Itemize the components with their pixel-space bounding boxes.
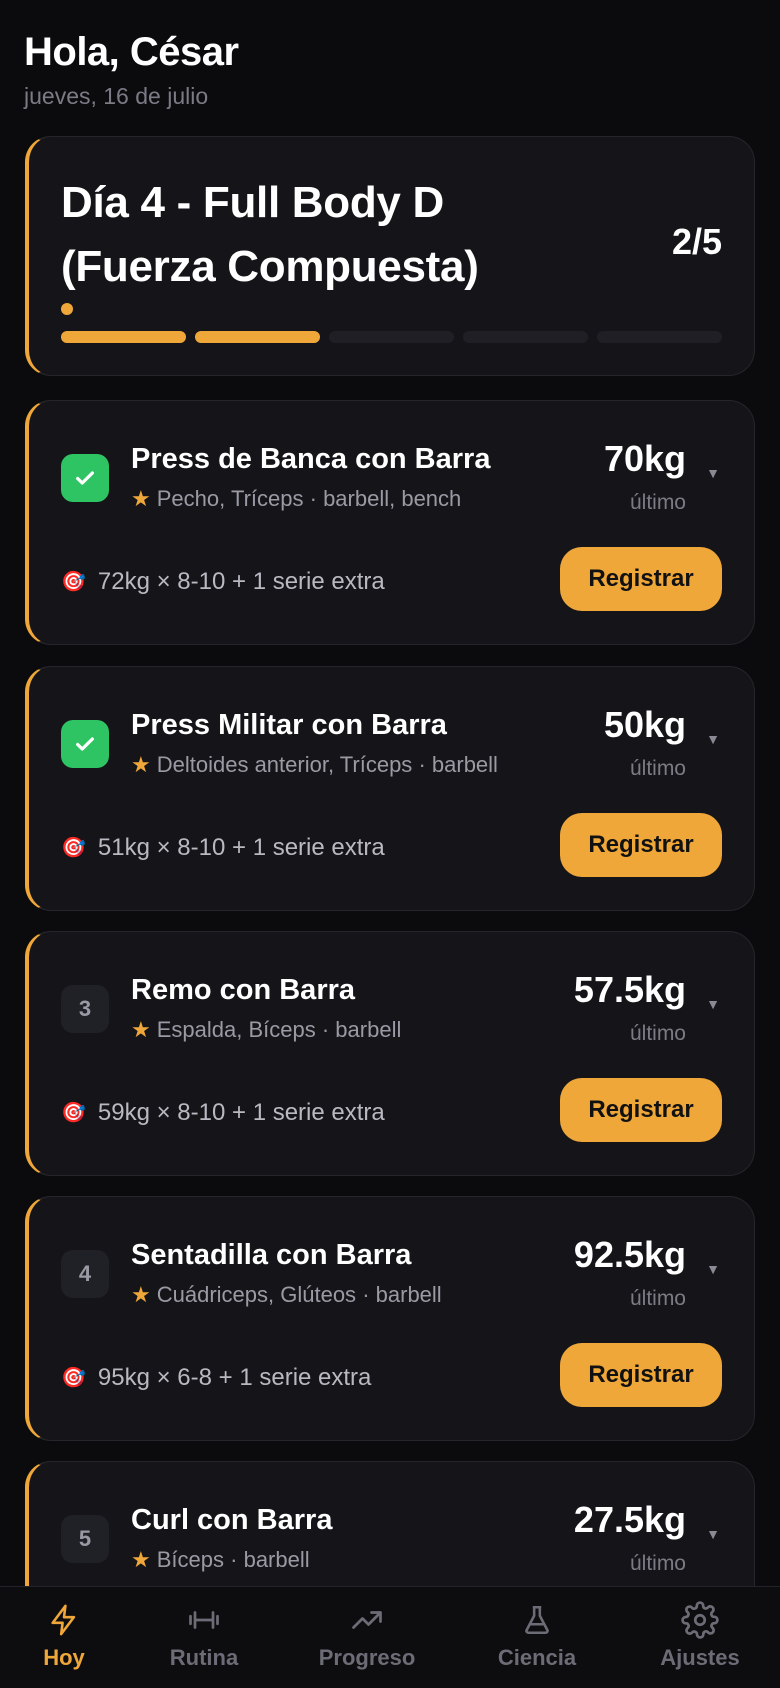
header: Hola, César jueves, 16 de julio — [24, 28, 239, 110]
target-icon: 🎯 — [61, 1367, 86, 1389]
last-weight-label: último — [629, 1552, 686, 1575]
flask-icon — [525, 1605, 549, 1635]
target-icon: 🎯 — [61, 571, 86, 593]
exercise-name: Curl con Barra — [131, 1504, 333, 1536]
exercise-meta: ★ Pecho, Tríceps · barbell, bench — [131, 486, 462, 511]
chevron-down-icon[interactable]: ▼ — [706, 996, 720, 1012]
last-weight-label: último — [629, 491, 686, 514]
dumbbell-icon — [189, 1611, 219, 1629]
progress-segment — [329, 331, 454, 343]
tab-progreso[interactable]: Progreso — [309, 1587, 425, 1688]
target-icon: 🎯 — [61, 837, 86, 859]
day-summary-card[interactable]: Día 4 - Full Body D (Fuerza Compuesta) 2… — [25, 136, 755, 376]
register-button[interactable]: Registrar — [560, 1343, 722, 1407]
last-weight: 92.5kg — [573, 1234, 686, 1275]
star-icon: ★ — [131, 1017, 151, 1042]
exercise-name: Press Militar con Barra — [131, 709, 447, 741]
greeting: Hola, César — [24, 30, 239, 74]
exercise-equipment: barbell, bench — [323, 486, 462, 511]
current-indicator-dot — [61, 303, 73, 315]
target-line: 🎯 59kg × 8-10 + 1 serie extra — [61, 1098, 385, 1128]
trending-up-icon — [352, 1611, 382, 1629]
exercise-card[interactable]: Press Militar con Barra ★ Deltoides anter… — [25, 666, 755, 911]
current-date: jueves, 16 de julio — [24, 83, 209, 109]
star-icon: ★ — [131, 486, 151, 511]
exercise-number: 5 — [61, 1515, 109, 1563]
tab-ajustes[interactable]: Ajustes — [650, 1587, 750, 1688]
day-progress-count: 2/5 — [671, 221, 722, 262]
target-line: 🎯 72kg × 8-10 + 1 serie extra — [61, 567, 385, 597]
exercise-number: 3 — [61, 985, 109, 1033]
lightning-icon — [51, 1604, 76, 1636]
star-icon: ★ — [131, 752, 151, 777]
chevron-down-icon[interactable]: ▼ — [706, 1261, 720, 1277]
progress-segment — [61, 331, 186, 343]
star-icon: ★ — [131, 1547, 151, 1572]
progress-segment — [195, 331, 320, 343]
exercise-meta: ★ Bíceps · barbell — [131, 1547, 310, 1572]
chevron-down-icon[interactable]: ▼ — [706, 1526, 720, 1542]
last-weight: 57.5kg — [573, 969, 686, 1010]
tab-hoy[interactable]: Hoy — [24, 1587, 104, 1688]
last-weight: 70kg — [603, 438, 686, 479]
exercise-card[interactable]: 4 Sentadilla con Barra ★ Cuádriceps, Glút… — [25, 1196, 755, 1441]
progress-segment — [463, 331, 588, 343]
exercise-equipment: barbell — [243, 1547, 310, 1572]
exercise-card[interactable]: Press de Banca con Barra ★ Pecho, Tríceps… — [25, 400, 755, 645]
last-weight-label: último — [629, 1022, 686, 1045]
completed-check-icon[interactable] — [61, 454, 109, 502]
exercise-name: Remo con Barra — [131, 974, 356, 1006]
register-button[interactable]: Registrar — [560, 547, 722, 611]
target-line: 🎯 95kg × 6-8 + 1 serie extra — [61, 1363, 371, 1393]
target-text: 51kg × 8-10 + 1 serie extra — [97, 834, 385, 861]
bottom-tab-bar: Hoy Rutina Progreso Ciencia Ajustes — [0, 1586, 780, 1688]
target-text: 72kg × 8-10 + 1 serie extra — [97, 568, 385, 595]
target-line: 🎯 51kg × 8-10 + 1 serie extra — [61, 833, 385, 863]
exercise-name: Sentadilla con Barra — [131, 1239, 412, 1271]
exercise-muscles: Deltoides anterior, Tríceps — [156, 752, 413, 777]
progress-segment — [597, 331, 722, 343]
tab-ciencia[interactable]: Ciencia — [487, 1587, 587, 1688]
exercise-muscles: Bíceps — [156, 1547, 224, 1572]
last-weight: 27.5kg — [573, 1499, 686, 1540]
exercise-muscles: Espalda, Bíceps — [156, 1017, 316, 1042]
app-screen: Hola, César jueves, 16 de julio Día 4 - … — [0, 0, 780, 1688]
exercise-muscles: Pecho, Tríceps — [156, 486, 304, 511]
chevron-down-icon[interactable]: ▼ — [706, 731, 720, 747]
register-button[interactable]: Registrar — [560, 813, 722, 877]
exercise-name: Press de Banca con Barra — [131, 443, 491, 475]
day-progress-bar — [61, 331, 722, 343]
exercise-meta: ★ Deltoides anterior, Tríceps · barbell — [131, 752, 498, 777]
exercise-meta: ★ Cuádriceps, Glúteos · barbell — [131, 1282, 442, 1307]
tab-rutina[interactable]: Rutina — [154, 1587, 254, 1688]
exercise-equipment: barbell — [335, 1017, 402, 1042]
exercise-equipment: barbell — [431, 752, 498, 777]
last-weight-label: último — [629, 757, 686, 780]
exercise-card[interactable]: 3 Remo con Barra ★ Espalda, Bíceps · barb… — [25, 931, 755, 1176]
target-text: 59kg × 8-10 + 1 serie extra — [97, 1099, 385, 1126]
exercise-equipment: barbell — [375, 1282, 442, 1307]
target-icon: 🎯 — [61, 1102, 86, 1124]
last-weight: 50kg — [603, 704, 686, 745]
exercise-muscles: Cuádriceps, Glúteos — [156, 1282, 357, 1307]
exercise-number: 4 — [61, 1250, 109, 1298]
target-text: 95kg × 6-8 + 1 serie extra — [97, 1364, 372, 1391]
gear-icon — [681, 1601, 719, 1639]
star-icon: ★ — [131, 1282, 151, 1307]
completed-check-icon[interactable] — [61, 720, 109, 768]
register-button[interactable]: Registrar — [560, 1078, 722, 1142]
day-title: Día 4 - Full Body D (Fuerza Compuesta) — [61, 178, 479, 291]
chevron-down-icon[interactable]: ▼ — [706, 465, 720, 481]
last-weight-label: último — [629, 1287, 686, 1310]
exercise-meta: ★ Espalda, Bíceps · barbell — [131, 1017, 402, 1042]
